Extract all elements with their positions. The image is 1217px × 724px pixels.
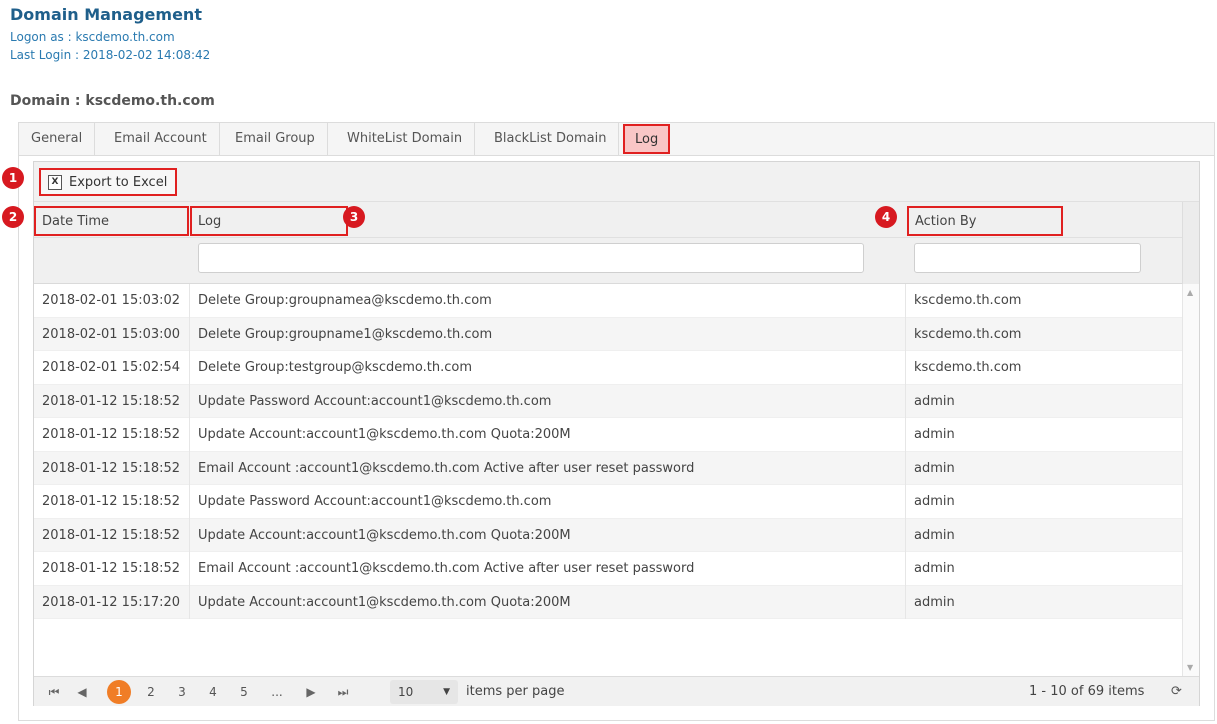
log-cell: Delete Group:testgroup@kscdemo.th.com [198,360,472,375]
app-title: Domain Management [10,5,202,24]
table-row[interactable]: 2018-01-12 15:18:52 Update Account:accou… [34,518,1182,552]
pager: ⏮ ◀ 1 2 3 4 5 ... ▶ ⏭ 10 ▼ items per pag… [34,676,1199,706]
table-row[interactable]: 2018-01-12 15:18:52 Update Account:accou… [34,418,1182,452]
vertical-scrollbar[interactable]: ▲ ▼ [1182,284,1199,676]
date-cell: 2018-02-01 15:02:54 [42,360,181,375]
chevron-down-icon: ▼ [443,687,450,697]
tab-email-account[interactable]: Email Account [102,123,220,156]
action-by-cell: admin [914,494,955,509]
log-cell: Delete Group:groupnamea@kscdemo.th.com [198,293,492,308]
page-size-value: 10 [398,685,414,699]
last-login-info: Last Login : 2018-02-02 14:08:42 [10,48,211,62]
log-cell: Email Account :account1@kscdemo.th.com A… [198,460,695,476]
header-scroll-gutter [1182,202,1199,284]
log-cell: Update Account:account1@kscdemo.th.com Q… [198,527,571,543]
grid-toolbar: X Export to Excel [34,162,1199,202]
log-grid: X Export to Excel Date Time Log Action B… [33,161,1200,706]
log-cell: Update Password Account:account1@kscdemo… [198,494,552,509]
grid-body: 2018-02-01 15:03:02 Delete Group:groupna… [34,284,1182,619]
tab-email-group[interactable]: Email Group [223,123,328,156]
page-2[interactable]: 2 [139,680,163,704]
next-page-icon[interactable]: ▶ [299,680,323,704]
log-panel: X Export to Excel Date Time Log Action B… [18,155,1215,721]
log-cell: Update Account:account1@kscdemo.th.com Q… [198,427,571,442]
annotation-marker-2: 2 [2,206,24,228]
last-page-icon[interactable]: ⏭ [331,680,355,704]
table-row[interactable]: 2018-02-01 15:03:02 Delete Group:groupna… [34,284,1182,318]
table-row[interactable]: 2018-01-12 15:18:52 Email Account :accou… [34,552,1182,586]
log-cell: Delete Group:groupname1@kscdemo.th.com [198,326,493,342]
action-by-cell: admin [914,393,955,409]
date-cell: 2018-01-12 15:18:52 [42,393,181,409]
scroll-down-icon[interactable]: ▼ [1187,663,1193,672]
column-header-action-by[interactable]: Action By [907,206,1063,236]
table-row[interactable]: 2018-02-01 15:03:00 Delete Group:groupna… [34,317,1182,351]
page-5[interactable]: 5 [232,680,256,704]
pager-info: 1 - 10 of 69 items [1029,684,1145,699]
page-4[interactable]: 4 [201,680,225,704]
page-3[interactable]: 3 [170,680,194,704]
date-cell: 2018-02-01 15:03:02 [42,293,181,308]
annotation-marker-1: 1 [2,167,24,189]
column-header-log[interactable]: Log [190,206,348,236]
export-label: Export to Excel [69,175,168,190]
domain-title: Domain : kscdemo.th.com [10,93,215,109]
table-row[interactable]: 2018-01-12 15:17:20 Update Account:accou… [34,585,1182,619]
date-cell: 2018-01-12 15:18:52 [42,427,181,442]
table-row[interactable]: 2018-01-12 15:18:52 Update Password Acco… [34,485,1182,519]
date-cell: 2018-01-12 15:18:52 [42,527,181,543]
log-filter-input[interactable] [198,243,864,273]
table-row[interactable]: 2018-01-12 15:18:52 Update Password Acco… [34,384,1182,418]
date-cell: 2018-01-12 15:18:52 [42,494,181,509]
table-row[interactable]: 2018-02-01 15:02:54 Delete Group:testgro… [34,351,1182,385]
date-cell: 2018-02-01 15:03:00 [42,326,181,342]
action-by-cell: admin [914,427,955,442]
log-cell: Update Account:account1@kscdemo.th.com Q… [198,594,571,610]
tab-log[interactable]: Log [623,124,671,154]
prev-page-icon[interactable]: ◀ [70,680,94,704]
scroll-up-icon[interactable]: ▲ [1187,288,1193,297]
tab-blacklist-domain[interactable]: BlackList Domain [482,123,620,156]
page-size-select[interactable]: 10 ▼ [390,680,458,704]
date-cell: 2018-01-12 15:18:52 [42,561,181,576]
action-by-cell: kscdemo.th.com [914,293,1022,308]
log-cell: Update Password Account:account1@kscdemo… [198,393,552,409]
column-divider [905,284,906,619]
action-by-cell: admin [914,460,955,476]
date-cell: 2018-01-12 15:17:20 [42,594,181,610]
column-header-date-time[interactable]: Date Time [34,206,189,236]
page-1[interactable]: 1 [107,680,131,704]
refresh-icon[interactable]: ⟳ [1171,680,1182,704]
action-by-filter-input[interactable] [914,243,1141,273]
log-cell: Email Account :account1@kscdemo.th.com A… [198,561,695,576]
date-cell: 2018-01-12 15:18:52 [42,460,181,476]
action-by-cell: kscdemo.th.com [914,360,1022,375]
export-to-excel-button[interactable]: X Export to Excel [39,168,178,196]
action-by-cell: admin [914,527,955,543]
filter-row [34,238,1182,284]
items-per-page-label: items per page [466,684,565,699]
grid-header: Date Time Log Action By [34,202,1182,238]
action-by-cell: admin [914,561,955,576]
tab-general[interactable]: General [19,123,96,156]
logon-info: Logon as : kscdemo.th.com [10,30,175,44]
column-divider [189,284,190,619]
action-by-cell: admin [914,594,955,610]
first-page-icon[interactable]: ⏮ [42,680,66,704]
action-by-cell: kscdemo.th.com [914,326,1022,342]
annotation-marker-3: 3 [343,206,365,228]
tab-whitelist-domain[interactable]: WhiteList Domain [335,123,476,156]
table-row[interactable]: 2018-01-12 15:18:52 Email Account :accou… [34,451,1182,485]
excel-icon: X [48,175,62,190]
annotation-marker-4: 4 [875,206,897,228]
tab-strip: General Email Account Email Group WhiteL… [18,122,1215,156]
page-more[interactable]: ... [265,680,289,704]
